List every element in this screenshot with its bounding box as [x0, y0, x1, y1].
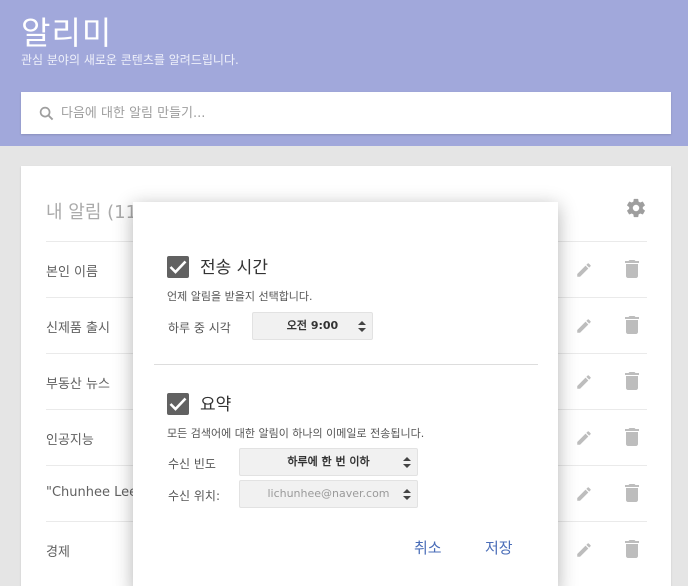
gear-icon[interactable]: [625, 197, 647, 219]
pencil-icon[interactable]: [575, 261, 593, 279]
settings-dialog: 전송 시간 언제 알림을 받을지 선택합니다. 하루 중 시각 오전 9:00 …: [133, 202, 558, 586]
frequency-value: 하루에 한 번 이하: [287, 455, 370, 468]
pencil-icon[interactable]: [575, 485, 593, 503]
pencil-icon[interactable]: [575, 429, 593, 447]
trash-icon[interactable]: [625, 316, 639, 334]
app-header: 알리미 관심 분야의 새로운 콘텐츠를 알려드립니다.: [0, 0, 688, 146]
app-subtitle: 관심 분야의 새로운 콘텐츠를 알려드립니다.: [21, 53, 239, 67]
trash-icon[interactable]: [625, 484, 639, 502]
frequency-label: 수신 빈도: [168, 457, 216, 471]
deliver-to-select[interactable]: lichunhee@naver.com: [239, 480, 418, 508]
trash-icon[interactable]: [625, 540, 639, 558]
select-arrows-icon: [403, 457, 411, 468]
time-of-day-label: 하루 중 시각: [168, 321, 231, 335]
delivery-time-title: 전송 시간: [200, 258, 268, 278]
alert-label: 신제품 출시: [46, 321, 110, 336]
time-of-day-select[interactable]: 오전 9:00: [252, 312, 373, 340]
pencil-icon[interactable]: [575, 541, 593, 559]
save-button[interactable]: 저장: [485, 537, 513, 558]
deliver-to-label: 수신 위치:: [168, 489, 221, 503]
select-arrows-icon: [403, 489, 411, 500]
alert-label: 경제: [46, 545, 70, 560]
alert-label: 부동산 뉴스: [46, 377, 110, 392]
time-of-day-value: 오전 9:00: [286, 319, 339, 332]
deliver-to-value: lichunhee@naver.com: [267, 487, 390, 500]
section-divider: [154, 364, 538, 365]
select-arrows-icon: [358, 321, 366, 332]
digest-checkbox[interactable]: [167, 393, 189, 415]
app-title: 알리미: [21, 14, 113, 52]
pencil-icon[interactable]: [575, 317, 593, 335]
digest-description: 모든 검색어에 대한 알림이 하나의 이메일로 전송됩니다.: [167, 427, 425, 440]
pencil-icon[interactable]: [575, 373, 593, 391]
alert-label: 인공지능: [46, 433, 94, 448]
search-box[interactable]: [21, 92, 671, 134]
trash-icon[interactable]: [625, 372, 639, 390]
checkmark-icon: [169, 260, 187, 274]
alert-label: 본인 이름: [46, 265, 98, 280]
digest-title: 요약: [200, 395, 232, 415]
alert-label: "Chunhee Lee": [46, 485, 144, 500]
frequency-select[interactable]: 하루에 한 번 이하: [239, 448, 418, 476]
my-alerts-title: 내 알림 (11): [46, 202, 145, 223]
trash-icon[interactable]: [625, 260, 639, 278]
delivery-time-checkbox[interactable]: [167, 256, 189, 278]
search-icon: [39, 106, 54, 121]
cancel-button[interactable]: 취소: [414, 537, 442, 558]
checkmark-icon: [169, 397, 187, 411]
trash-icon[interactable]: [625, 428, 639, 446]
delivery-time-description: 언제 알림을 받을지 선택합니다.: [167, 290, 313, 303]
search-input[interactable]: [61, 92, 661, 134]
